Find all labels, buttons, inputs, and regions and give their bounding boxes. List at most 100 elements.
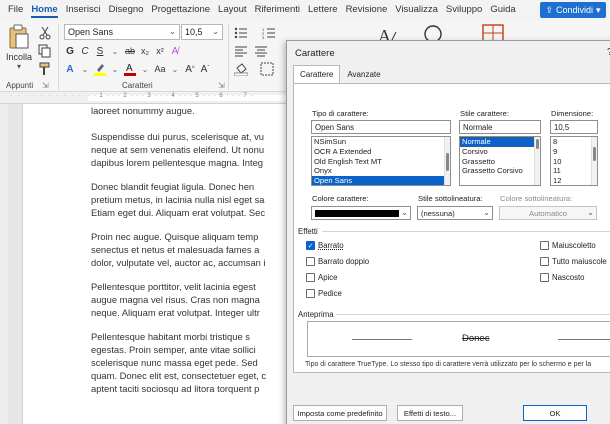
italic-button[interactable]: C [79,44,91,58]
list-item[interactable]: Corsivo [460,147,540,157]
list-item[interactable]: Old English Text MT [312,157,450,167]
scrollbar-thumb[interactable] [536,139,539,149]
tab-font[interactable]: Carattere [293,65,341,83]
font-color-combo[interactable]: ⌄ [311,206,411,220]
list-scrollbar[interactable] [444,137,450,185]
horizontal-ruler[interactable]: · · · · · · · · · · · · 1 · · · 2 · · · … [0,92,290,104]
chevron-down-icon[interactable]: ⌄ [169,62,181,76]
superscript-button[interactable]: x² [154,44,166,58]
checkbox-label: Barrato doppio [318,257,370,266]
underline-style-combo[interactable]: (nessuna) ⌄ [417,206,493,220]
menu-home[interactable]: Home [27,0,61,20]
strikethrough-checkbox[interactable]: ✓ Barrato [306,241,344,250]
list-item-selected[interactable]: Normale [460,137,540,147]
svg-text:A: A [126,63,133,74]
list-item[interactable]: NSimSun [312,137,450,147]
font-size-list[interactable]: 8 9 10 11 12 [550,136,598,186]
cut-icon[interactable] [38,26,52,40]
font-size-input[interactable]: 10,5 [550,120,598,134]
paragraph[interactable]: laoreet nonummy augue. [91,104,290,117]
list-scrollbar[interactable] [591,137,597,185]
menu-file[interactable]: File [4,0,27,20]
align-center-icon[interactable] [254,44,268,58]
bold-button[interactable]: G [64,44,76,58]
scrollbar-thumb[interactable] [593,147,596,161]
font-name-combo[interactable]: Open Sans ⌄ [64,24,180,40]
small-caps-checkbox[interactable]: Maiuscoletto [540,241,596,250]
chevron-down-icon[interactable]: ⌄ [109,44,121,58]
format-painter-icon[interactable] [38,62,52,76]
menu-developer[interactable]: Sviluppo [442,0,486,20]
bullets-icon[interactable] [234,26,248,40]
list-item[interactable]: OCR A Extended [312,147,450,157]
document-page[interactable]: laoreet nonummy augue. Suspendisse dui p… [22,104,290,424]
text-effects-button[interactable]: A [64,62,76,76]
paste-button[interactable]: Incolla ▾ [4,24,34,71]
underline-button[interactable]: S [94,44,106,58]
menu-help[interactable]: Guida [486,0,519,20]
ok-button[interactable]: OK [523,405,587,421]
menu-view[interactable]: Visualizza [391,0,442,20]
paragraph[interactable]: Pellentesque habitant morbi tristique s … [91,330,290,395]
change-case-button[interactable]: Aa [154,62,166,76]
checkbox-label: Nascosto [552,273,585,282]
checkbox-label: Pedice [318,289,342,298]
grow-font-button[interactable]: A ^ [184,62,196,76]
chevron-down-icon: ⌄ [587,208,594,217]
set-default-button[interactable]: Imposta come predefinito [293,405,387,421]
share-button[interactable]: ⇪ Condividi ▾ [540,2,606,18]
font-style-input[interactable]: Normale [459,120,541,134]
check-icon: ✓ [306,241,315,250]
align-left-icon[interactable] [234,44,248,58]
borders-icon[interactable] [260,62,274,76]
tab-advanced[interactable]: Avanzate [340,65,387,83]
font-color-swatch [315,210,399,217]
chevron-down-icon[interactable]: ⌄ [139,62,151,76]
menu-review[interactable]: Revisione [342,0,392,20]
paragraph[interactable]: Donec blandit feugiat ligula. Donec hen … [91,180,290,219]
list-item[interactable]: Onyx [312,166,450,176]
shrink-font-button[interactable]: Aˇ [199,62,211,76]
subscript-checkbox[interactable]: Pedice [306,289,342,298]
chevron-down-icon[interactable]: ⌄ [109,62,121,76]
list-scrollbar[interactable] [534,137,540,185]
menu-mailings[interactable]: Lettere [304,0,342,20]
font-style-list[interactable]: Normale Corsivo Grassetto Grassetto Cors… [459,136,541,186]
paragraph[interactable]: Pellentesque porttitor, velit lacinia eg… [91,280,290,319]
list-item-selected[interactable]: Open Sans [312,176,450,185]
clear-format-icon[interactable]: A̸ [169,44,181,58]
double-strikethrough-checkbox[interactable]: Barrato doppio [306,257,369,266]
strikethrough-button[interactable]: ab [124,44,136,58]
menu-references[interactable]: Riferimenti [251,0,304,20]
font-launcher-icon[interactable]: ⇲ [218,81,225,90]
paragraph[interactable]: Proin nec augue. Quisque aliquam temp se… [91,230,290,269]
font-name-list[interactable]: NSimSun OCR A Extended Old English Text … [311,136,451,186]
superscript-checkbox[interactable]: Apice [306,273,338,282]
menu-draw[interactable]: Disegno [105,0,148,20]
list-item[interactable]: Grassetto [460,157,540,167]
font-name-input[interactable]: Open Sans [311,120,451,134]
clipboard-launcher-icon[interactable]: ⇲ [42,81,49,90]
menu-design[interactable]: Progettazione [147,0,214,20]
underline-color-combo[interactable]: Automatico ⌄ [499,206,597,220]
hidden-checkbox[interactable]: Nascosto [540,273,585,282]
copy-icon[interactable] [38,44,52,58]
font-style-label: Stile carattere: [460,109,509,118]
subscript-button[interactable]: x₂ [139,44,151,58]
font-size-combo[interactable]: 10,5 ⌄ [181,24,223,40]
shading-icon[interactable] [234,62,248,76]
all-caps-checkbox[interactable]: Tutto maiuscole [540,257,607,266]
underline-style-value: (nessuna) [421,209,455,218]
preview-text: Donec [462,333,490,344]
text-effects-button[interactable]: Effetti di testo... [397,405,463,421]
scrollbar-thumb[interactable] [446,153,449,171]
font-color-button[interactable]: A [124,62,136,76]
menu-insert[interactable]: Inserisci [62,0,105,20]
numbering-icon[interactable]: 123 [262,26,276,40]
svg-text:3: 3 [262,35,265,40]
list-item[interactable]: Grassetto Corsivo [460,166,540,176]
menu-layout[interactable]: Layout [214,0,251,20]
paragraph[interactable]: Suspendisse dui purus, scelerisque at, v… [91,130,290,169]
highlight-button[interactable] [94,62,106,76]
chevron-down-icon[interactable]: ⌄ [79,62,91,76]
